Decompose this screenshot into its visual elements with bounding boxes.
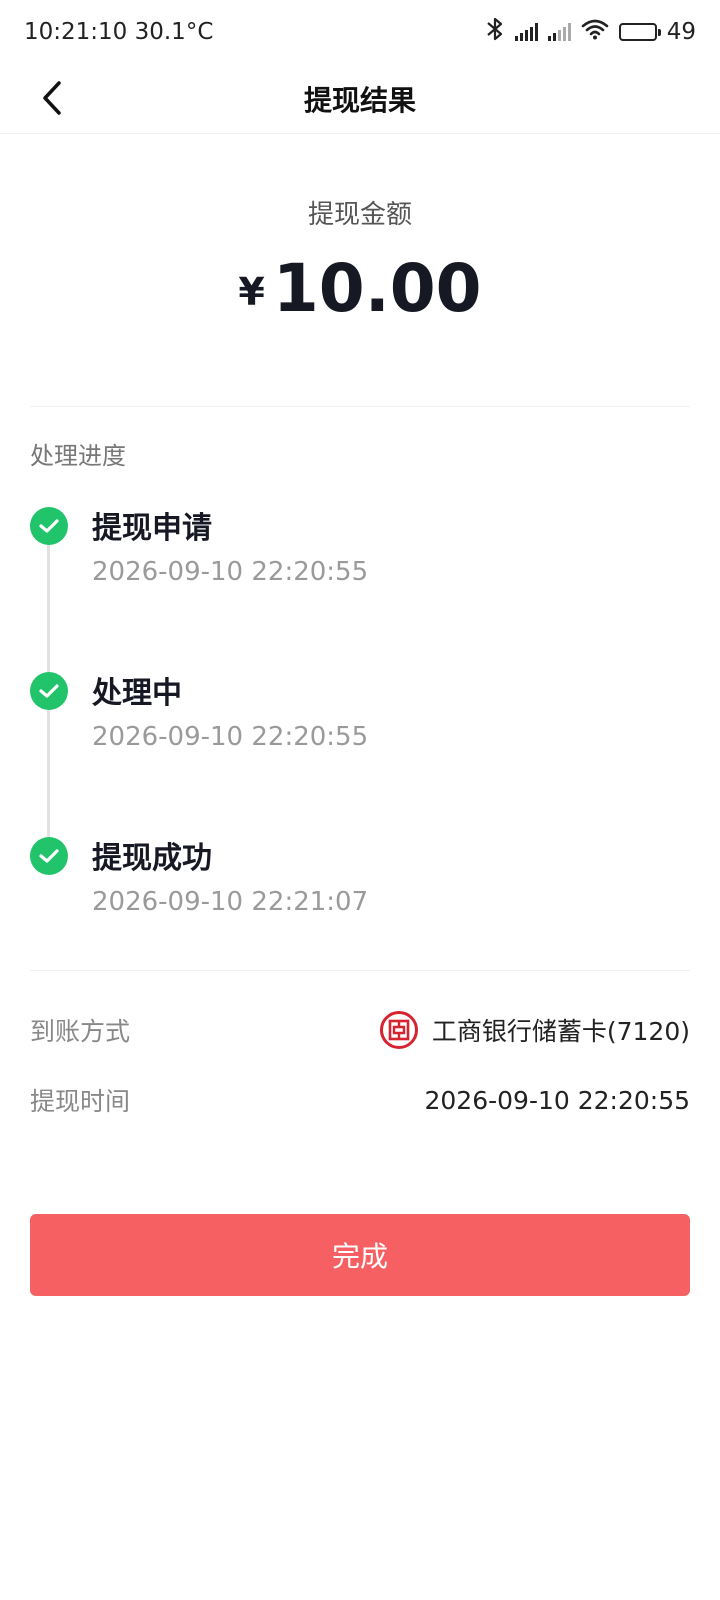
check-icon [30,507,68,545]
status-bar: 10:21:10 30.1°C 49 [0,0,720,64]
currency-symbol: ¥ [238,270,265,314]
step-title: 处理中 [92,676,182,711]
check-icon [30,837,68,875]
bluetooth-icon [485,16,505,48]
progress-label: 处理进度 [30,442,126,470]
icbc-logo-icon [379,1011,418,1049]
step-time: 2026-09-10 22:20:55 [92,722,369,752]
amount-value: ¥10.00 [0,250,720,327]
step-title: 提现成功 [92,841,212,876]
amount-number: 10.00 [272,250,482,327]
wifi-icon [581,18,609,46]
back-button[interactable] [30,76,74,120]
signal-icon [547,23,571,41]
divider [30,406,690,407]
payout-method-label: 到账方式 [30,1017,131,1046]
withdraw-time-value: 2026-09-10 22:20:55 [424,1085,690,1115]
status-icons: 49 [485,16,696,48]
signal-icon [514,23,538,41]
nav-bar: 提现结果 [0,64,720,134]
done-button[interactable]: 完成 [30,1214,690,1296]
battery-icon [618,23,661,41]
divider [30,970,690,971]
page-title: 提现结果 [303,83,416,117]
step-time: 2026-09-10 22:21:07 [92,887,369,917]
withdraw-time-label: 提现时间 [30,1087,131,1116]
payout-method-row: 到账方式 工商银行储蓄卡(7120) [30,1008,690,1052]
amount-label: 提现金额 [307,200,412,230]
withdraw-time-row: 提现时间 2026-09-10 22:20:55 [30,1078,690,1122]
check-icon [30,672,68,710]
chevron-left-icon [43,81,61,115]
battery-level: 49 [666,19,696,45]
step-title: 提现申请 [92,511,212,546]
payout-method-value: 工商银行储蓄卡(7120) [379,1011,690,1049]
bank-card-name: 工商银行储蓄卡(7120) [431,1017,690,1046]
status-time: 10:21:10 30.1°C [24,19,214,45]
step-time: 2026-09-10 22:20:55 [92,557,369,587]
